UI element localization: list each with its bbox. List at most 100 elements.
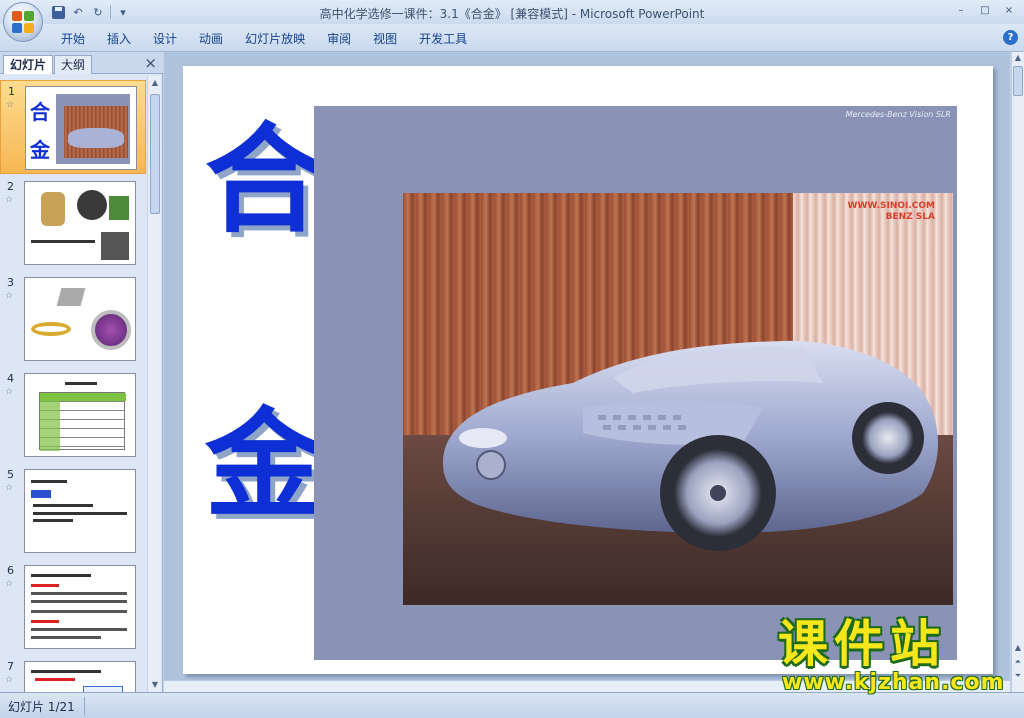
preview-image — [77, 190, 107, 220]
slide-number: 2 — [7, 180, 14, 193]
slide-preview — [24, 181, 136, 265]
animation-star-icon: ☆ — [6, 100, 15, 110]
preview-text-line — [65, 382, 97, 385]
close-button[interactable]: × — [998, 2, 1020, 18]
tab-outline[interactable]: 大纲 — [54, 55, 93, 74]
tab-animations[interactable]: 动画 — [188, 30, 234, 48]
scroll-down-icon[interactable]: ▼ — [148, 678, 162, 692]
scrollbar-thumb[interactable] — [150, 94, 160, 214]
car-photo-frame[interactable]: Mercedes-Benz Vision SLR WWW.SINOI.COM B… — [314, 106, 957, 660]
slide-thumbnail-6[interactable]: 6 ☆ — [0, 560, 146, 654]
slides-pane-scrollbar[interactable]: ▲ ▼ — [147, 76, 161, 692]
preview-text-line — [31, 628, 127, 631]
preview-text-line — [31, 240, 95, 243]
previous-slide-icon[interactable]: ⏶ — [1012, 656, 1024, 668]
slide-preview — [24, 277, 136, 361]
tab-insert[interactable]: 插入 — [96, 30, 142, 48]
preview-text-line — [31, 620, 59, 623]
window-title: 高中化学选修一课件：3.1《合金》 [兼容模式] - Microsoft Pow… — [319, 7, 705, 21]
preview-text-line — [31, 670, 101, 673]
preview-image — [41, 192, 65, 226]
slide-thumbnails: 1 ☆ 合金 2 ☆ 3 ☆ 4 ☆ 5 ☆ 6 ☆ 7 ☆ — [0, 76, 146, 692]
preview-photo — [64, 106, 128, 158]
slide-preview — [24, 565, 136, 649]
tab-view[interactable]: 视图 — [362, 30, 408, 48]
animation-star-icon: ☆ — [5, 195, 14, 205]
site-logo-url: www.kjzhan.com — [782, 670, 1005, 695]
tab-home[interactable]: 开始 — [50, 30, 96, 48]
title-bar: ↶ ↻ ▾ 高中化学选修一课件：3.1《合金》 [兼容模式] - Microso… — [0, 0, 1024, 24]
photo-caption: Mercedes-Benz Vision SLR — [845, 110, 951, 119]
slides-pane: 幻灯片 大纲 × 1 ☆ 合金 2 ☆ 3 ☆ 4 ☆ 5 ☆ 6 ☆ 7 ☆ … — [0, 52, 163, 692]
preview-text-line — [33, 512, 127, 515]
preview-text-line — [31, 610, 127, 613]
slide-number: 4 — [7, 372, 14, 385]
slide-preview — [24, 373, 136, 457]
current-slide[interactable]: 合 金 Mercedes-Benz Vision SLR WWW.SINOI.C… — [183, 66, 993, 674]
ribbon-tabs: 开始 插入 设计 动画 幻灯片放映 审阅 视图 开发工具 — [50, 30, 478, 48]
next-slide-icon[interactable]: ⏷ — [1012, 670, 1024, 682]
slide-thumbnail-7[interactable]: 7 ☆ — [0, 656, 146, 692]
slide-number: 1 — [8, 85, 15, 98]
preview-car — [68, 128, 124, 148]
tab-slideshow[interactable]: 幻灯片放映 — [234, 30, 316, 48]
scrollbar-thumb[interactable] — [1013, 66, 1023, 96]
preview-text-line — [31, 636, 101, 639]
slide-preview: 合金 — [25, 86, 137, 170]
office-button[interactable] — [3, 2, 43, 42]
slide-number: 6 — [7, 564, 14, 577]
preview-text-line — [31, 480, 67, 483]
preview-label — [31, 490, 51, 498]
preview-photo-frame — [56, 94, 130, 164]
maximize-button[interactable]: □ — [974, 2, 996, 18]
preview-text-line — [31, 574, 91, 577]
office-logo-icon — [12, 11, 34, 33]
slide-indicator: 幻灯片 1/21 — [8, 700, 75, 714]
minimize-button[interactable]: – — [950, 2, 972, 18]
animation-star-icon: ☆ — [5, 675, 14, 685]
scroll-up-icon[interactable]: ▲ — [148, 76, 162, 90]
preview-table — [39, 392, 126, 451]
animation-star-icon: ☆ — [5, 579, 14, 589]
preview-text-line — [31, 600, 127, 603]
close-pane-icon[interactable]: × — [144, 54, 157, 72]
animation-star-icon: ☆ — [5, 291, 14, 301]
preview-text-line — [35, 678, 75, 681]
scroll-up-icon[interactable]: ▲ — [1012, 52, 1024, 64]
help-icon[interactable]: ? — [1003, 30, 1018, 45]
preview-text-line — [31, 584, 59, 587]
tab-developer[interactable]: 开发工具 — [408, 30, 478, 48]
slide-thumbnail-1[interactable]: 1 ☆ 合金 — [0, 80, 146, 174]
ribbon: 开始 插入 设计 动画 幻灯片放映 审阅 视图 开发工具 ? — [0, 24, 1024, 52]
slide-thumbnail-3[interactable]: 3 ☆ — [0, 272, 146, 366]
title-char-2: 金 — [205, 395, 324, 534]
editor-vertical-scrollbar[interactable]: ▲ ▲ ⏶ ⏷ — [1011, 52, 1024, 692]
slide-number: 3 — [7, 276, 14, 289]
car-photo[interactable]: WWW.SINOI.COM BENZ SLA — [403, 193, 953, 605]
preview-table-column — [40, 393, 60, 451]
slide-preview — [24, 469, 136, 553]
slide-thumbnail-5[interactable]: 5 ☆ — [0, 464, 146, 558]
preview-text-line — [33, 519, 73, 522]
preview-title-glyphs: 合金 — [30, 100, 50, 162]
slide-thumbnail-2[interactable]: 2 ☆ — [0, 176, 146, 270]
preview-image — [109, 196, 129, 220]
slide-preview — [24, 661, 136, 692]
slide-thumbnail-4[interactable]: 4 ☆ — [0, 368, 146, 462]
scroll-up-icon[interactable]: ▲ — [1012, 642, 1024, 654]
slide-number: 7 — [7, 660, 14, 673]
tab-slides[interactable]: 幻灯片 — [3, 55, 54, 74]
preview-image — [101, 232, 129, 260]
site-logo-name: 课件站 — [778, 615, 946, 673]
tab-review[interactable]: 审阅 — [316, 30, 362, 48]
animation-star-icon: ☆ — [5, 483, 14, 493]
window-controls: – □ × — [950, 2, 1020, 18]
pane-tabs: 幻灯片 大纲 × — [0, 52, 163, 74]
preview-gem — [91, 310, 131, 350]
status-bar: 幻灯片 1/21 — [0, 692, 1024, 718]
preview-text-line — [31, 592, 127, 595]
animation-star-icon: ☆ — [5, 387, 14, 397]
tab-design[interactable]: 设计 — [142, 30, 188, 48]
car-illustration — [443, 340, 938, 551]
title-char-1: 合 — [205, 110, 324, 249]
